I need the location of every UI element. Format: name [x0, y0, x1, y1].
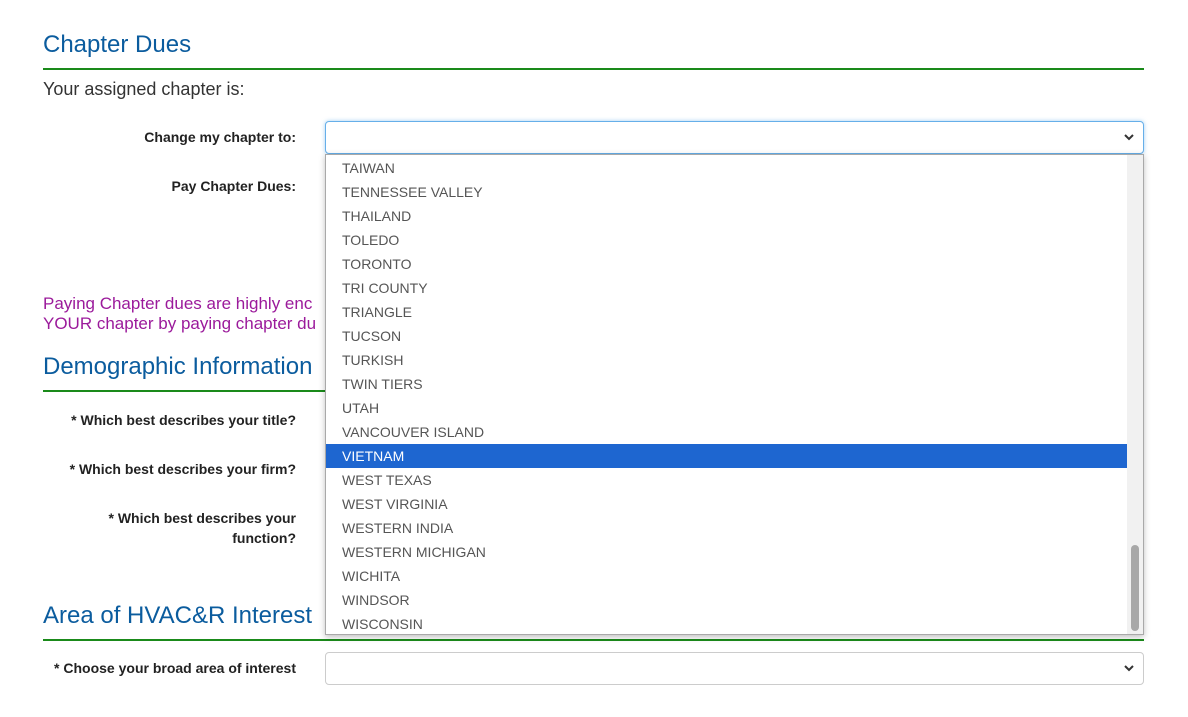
pay-chapter-dues-label: Pay Chapter Dues:: [171, 178, 296, 194]
chapter-option-wichita[interactable]: WICHITA: [326, 564, 1128, 588]
chapter-option-vietnam[interactable]: VIETNAM: [326, 444, 1128, 468]
dropdown-scrollbar[interactable]: [1127, 155, 1143, 634]
function-question-line1: * Which best describes your: [108, 510, 297, 526]
chapter-dues-notice-line2: YOUR chapter by paying chapter du: [43, 314, 317, 333]
dropdown-scrollbar-thumb[interactable]: [1131, 545, 1139, 631]
chevron-down-icon: [1124, 665, 1134, 672]
chevron-down-icon: [1124, 134, 1134, 141]
chapter-option-toledo[interactable]: TOLEDO: [326, 228, 1128, 252]
chapter-option-turkish[interactable]: TURKISH: [326, 348, 1128, 372]
interest-heading: Area of HVAC&R Interest: [43, 602, 312, 629]
chapter-option-western-michigan[interactable]: WESTERN MICHIGAN: [326, 540, 1128, 564]
section-divider: [43, 639, 1144, 641]
chapter-dues-heading: Chapter Dues: [43, 31, 192, 58]
change-chapter-label: Change my chapter to:: [144, 129, 296, 145]
chapter-option-twin-tiers[interactable]: TWIN TIERS: [326, 372, 1128, 396]
title-question-label: * Which best describes your title?: [71, 412, 296, 428]
chapter-option-western-india[interactable]: WESTERN INDIA: [326, 516, 1128, 540]
chapter-option-west-virginia[interactable]: WEST VIRGINIA: [326, 492, 1128, 516]
chapter-option-tennessee-valley[interactable]: TENNESSEE VALLEY: [326, 180, 1128, 204]
demographic-heading: Demographic Information: [43, 353, 313, 380]
broad-interest-label: * Choose your broad area of interest: [54, 660, 296, 676]
section-divider: [43, 68, 1144, 70]
chapter-option-triangle[interactable]: TRIANGLE: [326, 300, 1128, 324]
chapter-option-vancouver-island[interactable]: VANCOUVER ISLAND: [326, 420, 1128, 444]
chapter-option-windsor[interactable]: WINDSOR: [326, 588, 1128, 612]
firm-question-label: * Which best describes your firm?: [69, 461, 296, 477]
chapter-option-wisconsin[interactable]: WISCONSIN: [326, 612, 1128, 634]
chapter-dropdown-list[interactable]: TAIWAN TENNESSEE VALLEY THAILAND TOLEDO TORO…: [325, 154, 1144, 635]
chapter-option-utah[interactable]: UTAH: [326, 396, 1128, 420]
chapter-option-taiwan[interactable]: TAIWAN: [326, 156, 1128, 180]
change-chapter-select[interactable]: [325, 121, 1144, 154]
chapter-option-tri-county[interactable]: TRI COUNTY: [326, 276, 1128, 300]
chapter-dues-notice-line1: Paying Chapter dues are highly enc: [43, 294, 313, 313]
chapter-option-toronto[interactable]: TORONTO: [326, 252, 1128, 276]
assigned-chapter-text: Your assigned chapter is:: [43, 79, 245, 99]
broad-interest-select[interactable]: [325, 652, 1144, 685]
chapter-option-thailand[interactable]: THAILAND: [326, 204, 1128, 228]
function-question-label: * Which best describes your function?: [43, 508, 297, 548]
chapter-options: TAIWAN TENNESSEE VALLEY THAILAND TOLEDO TORO…: [326, 156, 1128, 634]
chapter-option-tucson[interactable]: TUCSON: [326, 324, 1128, 348]
function-question-line2: function?: [232, 530, 296, 546]
chapter-option-west-texas[interactable]: WEST TEXAS: [326, 468, 1128, 492]
